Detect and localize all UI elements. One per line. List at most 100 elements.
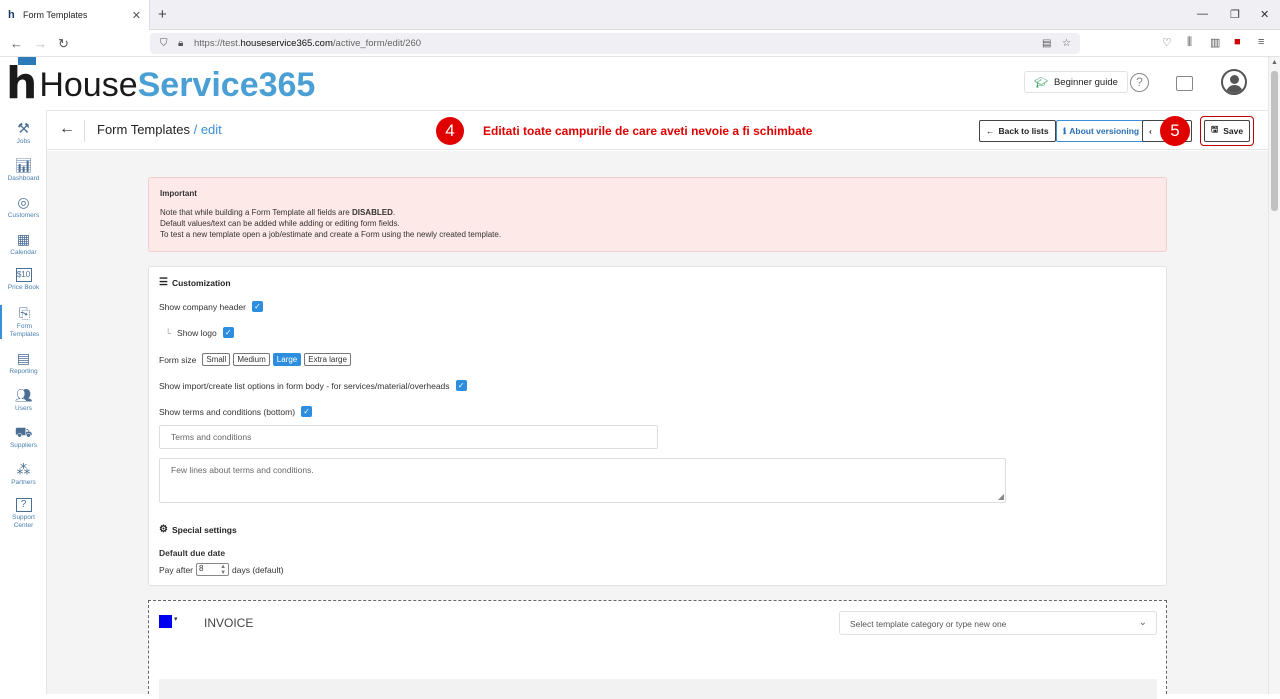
sidebar-item-support-center[interactable]: ? Support Center <box>0 498 47 530</box>
invoice-body <box>159 679 1157 699</box>
show-terms-checkbox[interactable]: ✓ <box>301 406 313 417</box>
resize-grip-icon[interactable]: ◢ <box>998 492 1004 501</box>
reader-icon[interactable]: ▤ <box>1042 38 1051 49</box>
chevron-left-icon: ‹ <box>1149 126 1152 136</box>
about-versioning-button[interactable]: ℹ About versioning <box>1056 120 1147 142</box>
close-window-icon[interactable]: ✕ <box>1260 8 1269 21</box>
back-arrow-icon[interactable]: ← <box>59 120 75 138</box>
sidebar-item-label: Suppliers <box>9 442 38 449</box>
sidebar: ⚒ Jobs 📊︎ Dashboard ◎ Customers ▦ Calendar $… <box>0 110 47 694</box>
folder-icon[interactable] <box>1176 76 1193 91</box>
sidebar-item-price-book[interactable]: $10 Price Book <box>0 268 47 292</box>
save-button[interactable]: 🖫 Save <box>1204 120 1250 142</box>
tab-close-icon[interactable]: ✕ <box>132 9 141 22</box>
important-notice: Important Note that while building a For… <box>148 177 1167 252</box>
breadcrumb: Form Templates / edit <box>97 122 222 137</box>
sliders-icon: ☰ <box>159 277 168 288</box>
special-settings-title: ⚙ Special settings <box>159 524 237 535</box>
price-icon: $10 <box>15 268 32 282</box>
sidebar-item-label: Support <box>12 514 35 521</box>
browser-toolbar: ← → ↻ ⛉ 🔒︎ https://test. houseservice365.… <box>0 30 1280 57</box>
sidebar-item-dashboard[interactable]: 📊︎ Dashboard <box>0 157 47 183</box>
sidebar-item-customers[interactable]: ◎ Customers <box>0 194 47 220</box>
browser-tabbar: h Form Templates ✕ + — ❐ ✕ <box>0 0 1280 30</box>
logo-service: Service365 <box>137 66 316 104</box>
reload-icon[interactable]: ↻ <box>58 36 69 52</box>
extension-icon[interactable]: ■ <box>1234 36 1241 48</box>
sidebar-item-users[interactable]: 👥︎ Users <box>0 387 47 413</box>
annotation-text: Editati toate campurile de care aveti ne… <box>483 124 813 138</box>
page-toolbar: ← Form Templates / edit 4 Editati toate … <box>47 110 1268 150</box>
sidebar-item-suppliers[interactable]: ⛟ Suppliers <box>0 424 47 450</box>
sidebar-item-calendar[interactable]: ▦ Calendar <box>0 231 47 257</box>
show-company-header-row: Show company header ✓ <box>159 301 263 312</box>
page-title: Form Templates <box>97 122 190 137</box>
sidebar-item-form-templates[interactable]: ⎘ Form Templates <box>0 305 47 339</box>
shield-icon: ⛉ <box>160 38 168 49</box>
main-content: Important Note that while building a For… <box>47 151 1268 699</box>
size-medium-button[interactable]: Medium <box>233 353 270 366</box>
browser-tab[interactable]: h Form Templates ✕ <box>0 0 150 30</box>
support-icon: ? <box>15 498 32 512</box>
show-import-checkbox[interactable]: ✓ <box>455 380 467 391</box>
size-small-button[interactable]: Small <box>202 353 231 366</box>
scroll-thumb[interactable] <box>1271 71 1278 211</box>
beginner-guide-button[interactable]: 🎓︎ Beginner guide <box>1024 71 1128 93</box>
users-icon: 👥︎ <box>14 387 33 403</box>
report-icon: ▤ <box>16 350 31 366</box>
show-import-row: Show import/create list options in form … <box>159 380 467 391</box>
page-scrollbar[interactable]: ▲ <box>1268 57 1280 694</box>
user-avatar-icon[interactable] <box>1221 69 1247 95</box>
menu-icon[interactable]: ≡ <box>1258 36 1264 48</box>
pocket-icon[interactable]: ♡ <box>1162 36 1172 49</box>
default-due-label: Default due date <box>159 548 226 558</box>
bookmark-star-icon[interactable]: ☆ <box>1062 38 1071 49</box>
forward-icon[interactable]: → <box>34 36 47 51</box>
step-badge-5: 5 <box>1160 116 1190 146</box>
category-placeholder: Select template category or type new one <box>850 619 1007 629</box>
show-terms-row: Show terms and conditions (bottom) ✓ <box>159 406 313 417</box>
back-to-lists-label: Back to lists <box>998 126 1049 136</box>
sidebar-item-partners[interactable]: ⁂ Partners <box>0 461 47 487</box>
sidebar-item-reporting[interactable]: ▤ Reporting <box>0 350 47 376</box>
chart-icon: 📊︎ <box>14 157 33 173</box>
calendar-icon: ▦ <box>16 231 31 247</box>
sidebar-toggle-icon[interactable]: ▥ <box>1210 36 1220 49</box>
show-logo-label: Show logo <box>177 327 217 338</box>
chevron-down-icon: ⌄ <box>1138 617 1147 628</box>
sidebar-item-label2: Templates <box>9 331 40 338</box>
template-category-select[interactable]: Select template category or type new one… <box>839 611 1157 635</box>
invoice-section: ▾ INVOICE Select template category or ty… <box>148 600 1167 699</box>
notice-line-1: Note that while building a Form Template… <box>160 208 396 217</box>
caret-down-icon[interactable]: ▾ <box>174 615 178 623</box>
tools-icon: ⚒ <box>17 120 30 136</box>
app-logo[interactable]: h House Service365 <box>6 57 316 106</box>
back-to-lists-button[interactable]: ← Back to lists <box>979 120 1056 142</box>
spinner-icon[interactable]: ▲ ▼ <box>220 564 226 576</box>
url-field[interactable]: ⛉ 🔒︎ https://test. houseservice365.com/ac… <box>150 33 1080 54</box>
show-logo-row: └ Show logo ✓ <box>165 327 234 338</box>
favicon-icon: h <box>8 9 15 21</box>
library-icon[interactable]: ⫼ <box>1187 36 1192 49</box>
show-terms-label: Show terms and conditions (bottom) <box>159 406 296 417</box>
help-icon[interactable]: ? <box>1130 73 1149 92</box>
sidebar-item-jobs[interactable]: ⚒ Jobs <box>0 120 47 146</box>
scroll-up-icon[interactable]: ▲ <box>1271 59 1278 66</box>
size-large-button[interactable]: Large <box>272 353 302 366</box>
new-tab-button[interactable]: + <box>158 6 167 23</box>
sidebar-item-label2: Center <box>13 522 34 529</box>
show-company-header-label: Show company header <box>159 301 246 312</box>
terms-textarea[interactable]: Few lines about terms and conditions. ◢ <box>159 458 1006 503</box>
minimize-icon[interactable]: — <box>1197 8 1208 20</box>
show-company-header-checkbox[interactable]: ✓ <box>251 301 263 312</box>
show-logo-checkbox[interactable]: ✓ <box>222 327 234 338</box>
terms-title-input[interactable]: Terms and conditions <box>159 425 658 449</box>
back-icon[interactable]: ← <box>10 36 23 51</box>
restore-icon[interactable]: ❐ <box>1230 8 1240 21</box>
color-swatch[interactable] <box>159 615 172 628</box>
truck-icon: ⛟ <box>14 424 33 440</box>
days-number-input[interactable]: 8 ▲ ▼ <box>196 563 230 576</box>
sidebar-item-label: Customers <box>7 212 40 219</box>
app-header: h House Service365 🎓︎ Beginner guide ? <box>0 57 1268 110</box>
size-extra-large-button[interactable]: Extra large <box>304 353 351 366</box>
